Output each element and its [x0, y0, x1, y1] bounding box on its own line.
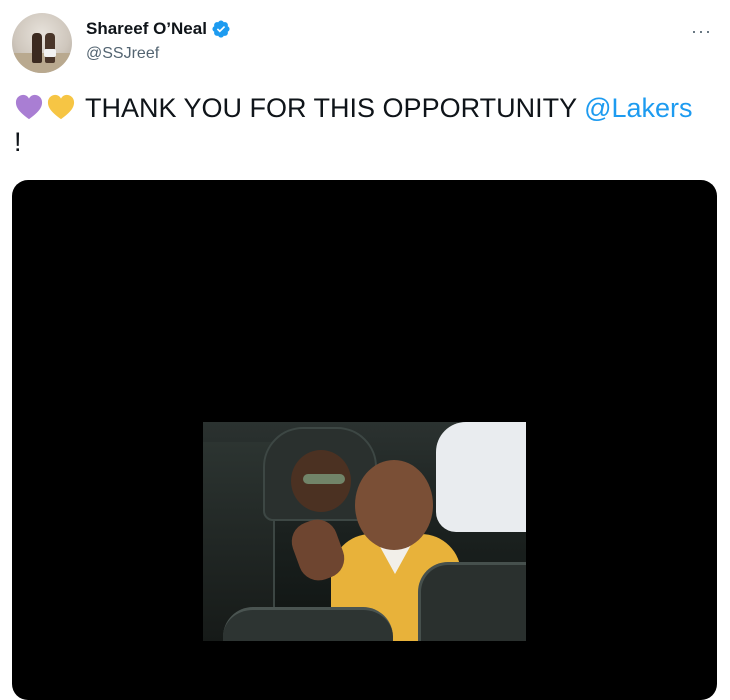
user-handle[interactable]: @SSJreef	[86, 45, 159, 63]
verified-badge-icon	[212, 20, 230, 38]
tweet-body: THANK YOU FOR THIS OPPORTUNITY	[85, 93, 585, 123]
avatar[interactable]	[12, 13, 72, 73]
video-chair	[223, 607, 393, 641]
avatar-person	[32, 33, 42, 63]
mention-link[interactable]: @Lakers	[584, 93, 692, 123]
tweet-header: Shareef O’Neal @SSJreef ···	[12, 13, 718, 75]
tweet-text: THANK YOU FOR THIS OPPORTUNITY @Lakers !	[14, 91, 719, 159]
avatar-person	[45, 33, 55, 63]
yellow-heart-icon	[47, 94, 75, 120]
video-child	[355, 460, 433, 550]
video-frame[interactable]	[203, 422, 526, 641]
video-person	[436, 422, 526, 532]
name-row: Shareef O’Neal	[86, 19, 231, 39]
avatar-court	[12, 53, 72, 73]
video-sunglasses	[303, 474, 345, 484]
video-chair	[418, 562, 526, 641]
display-name[interactable]: Shareef O’Neal	[86, 19, 207, 39]
avatar-shorts	[44, 49, 56, 57]
tweet-suffix: !	[14, 127, 22, 157]
more-horizontal-icon[interactable]: ···	[691, 21, 712, 42]
purple-heart-icon	[15, 94, 43, 120]
video-player[interactable]	[12, 180, 717, 700]
